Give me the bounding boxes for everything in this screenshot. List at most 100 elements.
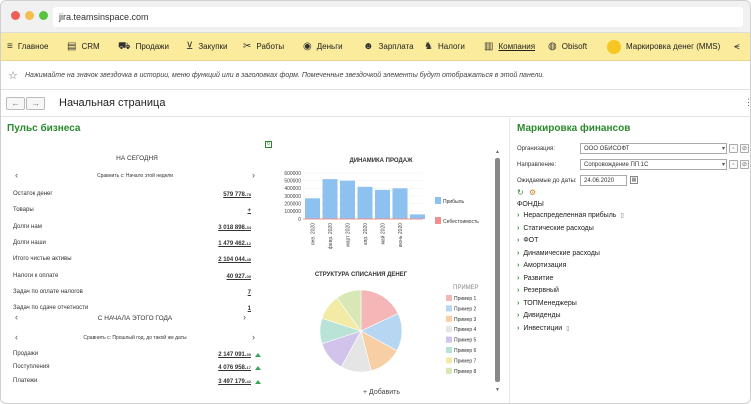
year-prev-icon[interactable]: ‹ <box>15 312 18 322</box>
nav-item-label: Налоги <box>437 42 465 51</box>
dropdown-icon[interactable]: ▾ <box>722 160 725 170</box>
pulse-row-decimals: 30 <box>246 352 251 357</box>
bar[interactable] <box>357 186 373 219</box>
legend-label: Себестоимость <box>443 219 479 225</box>
legend-swatch <box>435 197 441 204</box>
pulse-row-label: Налоги к оплате <box>13 272 59 279</box>
nav-item-5[interactable]: ◉ Деньги <box>303 33 343 61</box>
today-next-icon[interactable]: › <box>252 170 255 180</box>
bar[interactable] <box>340 180 355 219</box>
refresh-green-icon[interactable]: ↻ <box>517 188 524 197</box>
fund-item[interactable]: › Динамические расходы <box>517 250 600 257</box>
scroll-down-icon[interactable]: ▼ <box>495 387 500 393</box>
pulse-row-value[interactable]: 4 076 958.17 <box>218 362 251 374</box>
nav-item-3[interactable]: ⊻ Закупки <box>186 33 228 61</box>
org-open-button[interactable]: ▫ <box>729 144 738 153</box>
nav-item-2[interactable]: ⛟ Продажи <box>118 33 169 61</box>
direction-link-icon[interactable]: ⊘ <box>740 160 749 169</box>
fund-item[interactable]: › Амортизация <box>517 262 566 269</box>
pulse-row-value[interactable]: 40 927.00 <box>227 271 251 283</box>
direction-field[interactable]: Сопровождение ПП 1С ▾ <box>580 159 727 170</box>
nav-item-8[interactable]: ▥ Компания <box>484 33 535 61</box>
bar[interactable] <box>322 179 338 219</box>
back-button[interactable]: ← <box>6 97 25 110</box>
fund-item[interactable]: › ТОПМенеджеры <box>517 300 577 307</box>
bar[interactable] <box>375 189 390 219</box>
year-compare-prev-icon[interactable]: ‹ <box>15 332 18 342</box>
pulse-row-value[interactable]: 7 <box>248 287 251 299</box>
bar[interactable] <box>410 214 425 219</box>
refresh-icon[interactable]: ↻ <box>265 141 272 148</box>
minimize-dot-icon[interactable] <box>25 11 34 20</box>
y-tick-label: 200000 <box>284 201 301 207</box>
people-icon: ☻ <box>363 41 374 52</box>
date-field[interactable]: 24.06.2020 <box>580 175 627 186</box>
panel-divider <box>509 118 510 403</box>
pulse-row-value[interactable]: 3 018 898.34 <box>218 222 251 234</box>
pulse-row-value[interactable]: 3 497 179.42 <box>218 376 251 388</box>
org-field[interactable]: ООО ОБИСОФТ ▾ <box>580 143 727 154</box>
pulse-row-value[interactable]: + <box>247 205 251 217</box>
maximize-dot-icon[interactable] <box>39 11 48 20</box>
settings-icon[interactable]: ⚙ <box>529 188 536 197</box>
forward-button[interactable]: → <box>26 97 45 110</box>
pulse-row-value[interactable]: 2 147 091.30 <box>218 349 251 361</box>
pulse-row-decimals: 45 <box>246 257 251 263</box>
fund-label: Нераспределенная прибыль <box>523 212 617 219</box>
chevron-right-icon: › <box>517 324 520 332</box>
fund-item[interactable]: › Статические расходы <box>517 225 594 232</box>
bar[interactable] <box>392 188 408 219</box>
org-link-icon[interactable]: ⊘ <box>740 144 749 153</box>
more-menu-icon[interactable]: ⋮ <box>744 97 750 108</box>
org-label: Организация: <box>517 146 555 152</box>
fund-item[interactable]: › Инвестиции ▯ <box>517 325 570 332</box>
document-icon[interactable]: ▯ <box>566 326 569 332</box>
pulse-row-value[interactable]: 579 778.78 <box>223 189 251 201</box>
fund-label: Инвестиции <box>523 324 563 332</box>
pulse-row-value[interactable]: 1 479 462.12 <box>218 238 251 250</box>
star-icon[interactable]: ☆ <box>8 69 18 82</box>
x-tick-label: июнь 2020 <box>398 223 404 248</box>
legend-label: Пример 2 <box>454 306 477 312</box>
close-dot-icon[interactable] <box>11 11 20 20</box>
basket-icon: ⊻ <box>186 41 194 52</box>
dropdown-icon[interactable]: ▾ <box>722 144 725 154</box>
nav-item-6[interactable]: ☻ Зарплата <box>363 33 414 61</box>
fund-item[interactable]: › Развитие <box>517 275 553 282</box>
fund-label: ТОПМенеджеры <box>523 299 577 307</box>
fund-item[interactable]: › ФОТ <box>517 237 538 244</box>
nav-item-7[interactable]: ♞ Налоги <box>424 33 465 61</box>
nav-item-label: CRM <box>81 42 100 51</box>
scroll-up-icon[interactable]: ▲ <box>495 149 500 155</box>
nav-item-label: Маркировка денег (MMS) <box>626 42 721 51</box>
chevron-right-icon: › <box>517 287 520 294</box>
today-header: НА СЕГОДНЯ <box>116 155 158 162</box>
document-icon[interactable]: ▯ <box>620 213 623 219</box>
share-icon[interactable]: ⪪ <box>734 41 740 52</box>
year-compare-next-icon[interactable]: › <box>252 332 255 342</box>
fund-item[interactable]: › Резервный <box>517 287 559 294</box>
fund-item[interactable]: › Нераспределенная прибыль ▯ <box>517 212 624 219</box>
year-next-icon[interactable]: › <box>243 312 246 322</box>
nav-item-label: Компания <box>498 42 536 51</box>
fund-item[interactable]: › Дивиденды <box>517 312 561 319</box>
nav-item-10[interactable]: ● Маркировка денег (MMS) <box>607 33 720 61</box>
url-bar[interactable]: jira.teamsinspace.com <box>53 7 743 27</box>
add-button[interactable]: + Добавить <box>363 389 400 396</box>
nav-item-9[interactable]: ◍ Obisoft <box>548 33 587 61</box>
nav-item-0[interactable]: ≡ Главное <box>7 33 48 61</box>
pulse-row-decimals: 42 <box>246 378 251 384</box>
calendar-icon[interactable]: ▦ <box>630 176 638 184</box>
nav-item-4[interactable]: ✂ Работы <box>243 33 284 61</box>
scrollbar[interactable]: ▲ ▼ <box>495 149 501 395</box>
pulse-row-decimals: 17 <box>246 365 251 371</box>
pulse-row-value[interactable]: 2 104 044.45 <box>218 254 251 266</box>
pulse-row-value[interactable]: 1 <box>248 303 251 315</box>
pulse-row: Платежи 3 497 179.42 <box>13 376 261 387</box>
bar[interactable] <box>305 198 320 219</box>
today-prev-icon[interactable]: ‹ <box>15 170 18 180</box>
direction-open-button[interactable]: ▫ <box>729 160 738 169</box>
nav-item-1[interactable]: ▤ CRM <box>67 33 100 61</box>
scroll-thumb[interactable] <box>495 158 500 382</box>
y-tick-label: 100000 <box>284 209 301 215</box>
